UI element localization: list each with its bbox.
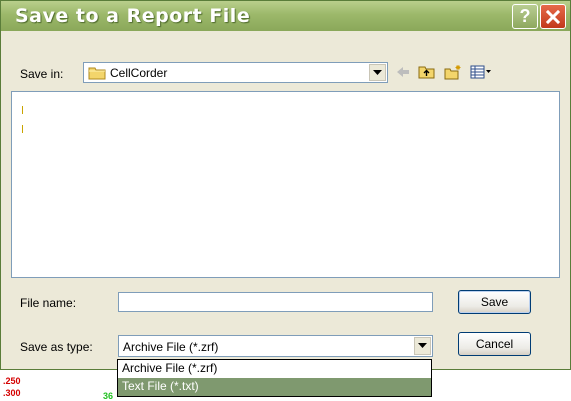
back-arrow-icon[interactable] (394, 64, 412, 80)
save-in-value: CellCorder (110, 66, 168, 80)
option-archive-file[interactable]: Archive File (*.zrf) (118, 360, 431, 378)
background-value-label: .250 (3, 376, 21, 386)
chevron-down-icon (373, 69, 382, 75)
cancel-button-label: Cancel (475, 337, 514, 351)
background-value-label: .300 (3, 388, 21, 398)
title-bar[interactable]: Save to a Report File ? (1, 1, 570, 31)
save-button[interactable]: Save (458, 290, 531, 314)
file-name-label: File name: (20, 296, 77, 310)
save-dialog: Save to a Report File ? Save in: CellCor… (0, 0, 571, 370)
save-in-dropdown[interactable]: CellCorder (83, 62, 388, 83)
list-caret-mark (22, 125, 23, 133)
help-icon: ? (519, 6, 531, 26)
save-button-label: Save (480, 295, 509, 309)
up-folder-icon[interactable] (418, 64, 436, 80)
cancel-button[interactable]: Cancel (458, 332, 531, 356)
close-button[interactable] (540, 4, 566, 29)
save-in-dropdown-button[interactable] (369, 64, 386, 81)
save-as-type-dropdown[interactable]: Archive File (*.zrf) (118, 335, 433, 357)
save-as-type-dropdown-button[interactable] (414, 337, 431, 355)
chevron-down-icon (418, 343, 427, 348)
dialog-title: Save to a Report File (15, 5, 251, 27)
file-name-input[interactable] (118, 292, 433, 312)
option-text-file[interactable]: Text File (*.txt) (118, 378, 431, 396)
help-button[interactable]: ? (512, 4, 538, 29)
new-folder-icon[interactable] (444, 64, 462, 80)
list-caret-mark (22, 106, 23, 114)
close-icon (546, 9, 560, 24)
save-in-label: Save in: (20, 67, 64, 81)
save-as-type-label: Save as type: (20, 340, 93, 354)
save-as-type-options[interactable]: Archive File (*.zrf) Text File (*.txt) (117, 359, 432, 397)
save-as-type-value: Archive File (*.zrf) (123, 340, 219, 354)
file-list[interactable] (11, 91, 560, 278)
view-menu-icon[interactable] (470, 64, 492, 80)
background-value-label: 36 (103, 391, 114, 401)
folder-icon (88, 67, 106, 80)
